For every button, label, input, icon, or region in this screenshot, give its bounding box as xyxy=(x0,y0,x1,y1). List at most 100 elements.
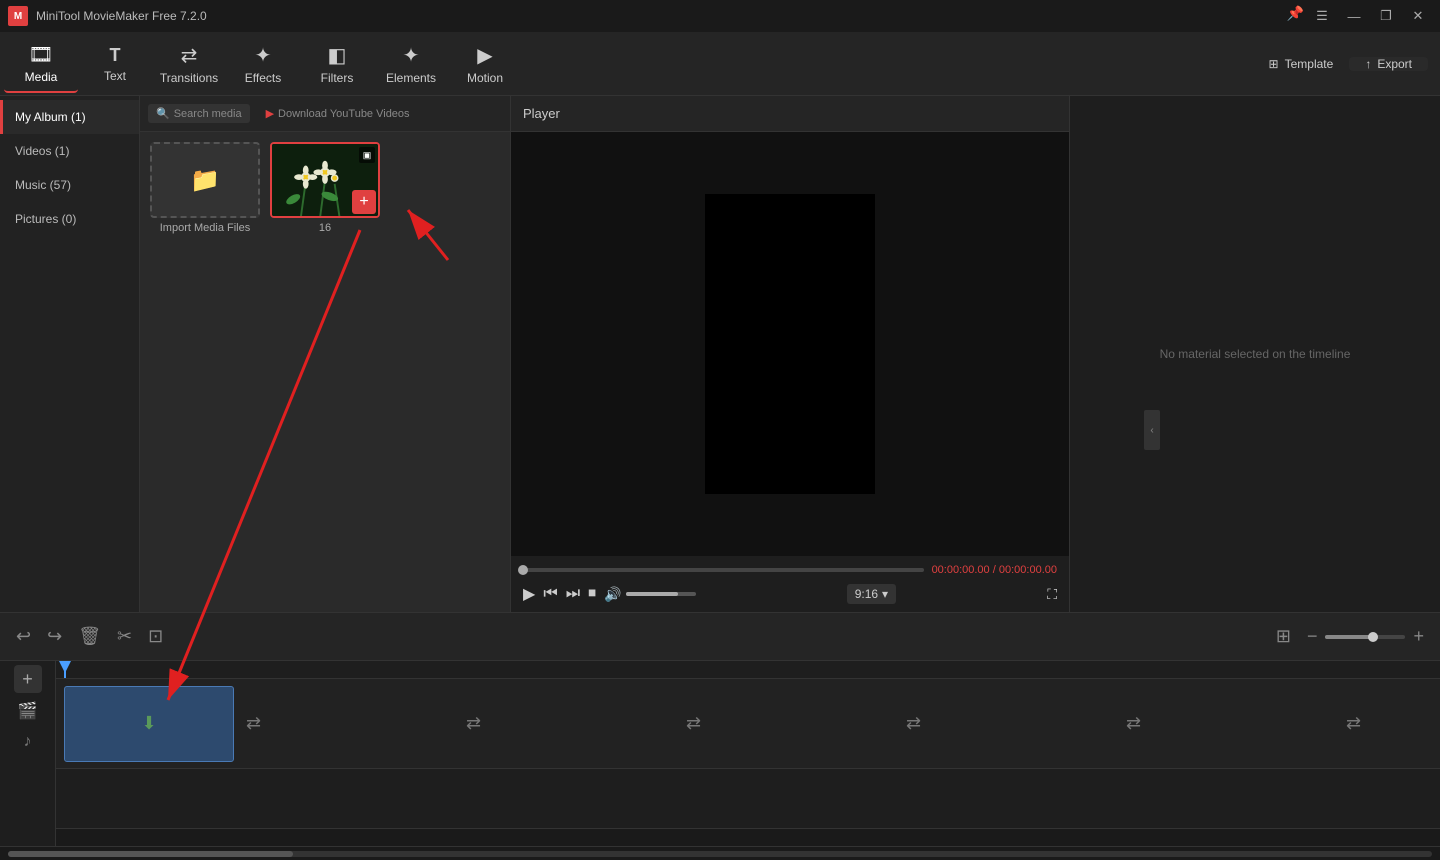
scrollbar-track[interactable] xyxy=(8,851,1432,857)
video-type-badge: ▣ xyxy=(359,147,375,163)
play-button[interactable]: ▶ xyxy=(523,584,535,604)
transition-1[interactable]: ⇄ xyxy=(246,713,261,734)
menu-button[interactable]: ☰ xyxy=(1308,5,1336,27)
main-toolbar: 🎞 Media T Text ⇄ Transitions ✦ Effects ◧… xyxy=(0,32,1440,96)
filters-label: Filters xyxy=(321,71,354,85)
aspect-ratio-select[interactable]: 9:16 ▾ xyxy=(847,584,896,604)
timeline-toolbar: ↩ ↪ 🗑 ✂ ⊡ ⊞ − + xyxy=(0,613,1440,661)
sidebar-item-my-album[interactable]: My Album (1) xyxy=(0,100,139,134)
chevron-down-icon: ▾ xyxy=(882,587,888,601)
timeline-scrollbar xyxy=(0,846,1440,860)
app-icon: M xyxy=(8,6,28,26)
import-media-thumb[interactable]: 📁 xyxy=(150,142,260,218)
audio-track xyxy=(56,769,1440,829)
youtube-label: Download YouTube Videos xyxy=(278,108,410,120)
progress-dot xyxy=(518,565,528,575)
title-bar: M MiniTool MovieMaker Free 7.2.0 📌 ☰ — ❐… xyxy=(0,0,1440,32)
delete-button[interactable]: 🗑 xyxy=(74,622,105,651)
transition-4[interactable]: ⇄ xyxy=(906,713,921,734)
text-icon: T xyxy=(110,45,121,66)
player-title: Player xyxy=(523,106,560,121)
transitions-icon: ⇄ xyxy=(181,43,198,68)
no-material-text: No material selected on the timeline xyxy=(1160,347,1351,361)
download-icon: ⬇ xyxy=(141,713,156,734)
timeline-body: + 🎬 ♪ ⬇ ⇄ ⇄ ⇄ ⇄ ⇄ ⇄ xyxy=(0,661,1440,846)
add-to-timeline-button[interactable]: + xyxy=(352,190,376,214)
timeline-tools-left: ↩ ↪ 🗑 ✂ ⊡ xyxy=(12,622,167,651)
close-button[interactable]: ✕ xyxy=(1404,5,1432,27)
export-button[interactable]: ↑ Export xyxy=(1349,57,1428,71)
progress-bar[interactable] xyxy=(523,568,924,572)
title-bar-controls: 📌 ☰ — ❐ ✕ xyxy=(1287,5,1432,27)
timeline-tracks[interactable]: ⬇ ⇄ ⇄ ⇄ ⇄ ⇄ ⇄ xyxy=(56,661,1440,846)
audio-track-icon: ♪ xyxy=(20,729,36,755)
time-display: 00:00:00.00 / 00:00:00.00 xyxy=(932,564,1057,576)
zoom-control: − + xyxy=(1303,622,1428,651)
youtube-download-button[interactable]: ▶ Download YouTube Videos xyxy=(258,104,418,123)
undo-button[interactable]: ↩ xyxy=(12,622,35,651)
stop-button[interactable]: ⏹ xyxy=(588,585,596,603)
media-icon: 🎞 xyxy=(28,42,53,67)
text-label: Text xyxy=(104,69,126,83)
content-area: My Album (1) Videos (1) Music (57) Pictu… xyxy=(0,96,1440,612)
sidebar-item-pictures[interactable]: Pictures (0) xyxy=(0,202,139,236)
zoom-slider[interactable] xyxy=(1325,635,1405,639)
fullscreen-button[interactable]: ⛶ xyxy=(1047,586,1057,603)
zoom-fill xyxy=(1325,635,1373,639)
volume-icon[interactable]: 🔊 xyxy=(604,586,621,603)
toolbar-media[interactable]: 🎞 Media xyxy=(4,35,78,93)
toolbar-elements[interactable]: ✦ Elements xyxy=(374,35,448,93)
volume-fill xyxy=(626,592,679,596)
effects-label: Effects xyxy=(245,71,281,85)
time-current: 00:00:00.00 xyxy=(932,564,990,576)
toolbar-effects[interactable]: ✦ Effects xyxy=(226,35,300,93)
toolbar-motion[interactable]: ▶ Motion xyxy=(448,35,522,93)
player-area: Player 00:00:00.00 / 00:00:00.00 ▶ xyxy=(510,96,1070,612)
controls-row: ▶ ⏮ ⏭ ⏹ 🔊 9:16 ▾ ⛶ xyxy=(523,584,1057,604)
minimize-button[interactable]: — xyxy=(1340,5,1368,27)
sidebar-item-videos[interactable]: Videos (1) xyxy=(0,134,139,168)
youtube-icon: ▶ xyxy=(266,107,274,120)
video-screen xyxy=(705,194,875,494)
app-title: MiniTool MovieMaker Free 7.2.0 xyxy=(36,9,207,23)
volume-slider[interactable] xyxy=(626,592,696,596)
transition-3[interactable]: ⇄ xyxy=(686,713,701,734)
filters-icon: ◧ xyxy=(328,43,347,68)
video-count-label: 16 xyxy=(270,222,380,234)
add-track-button[interactable]: + xyxy=(14,665,42,693)
video-media-item[interactable]: ▣ + 16 xyxy=(270,142,380,602)
maximize-button[interactable]: ❐ xyxy=(1372,5,1400,27)
toolbar-filters[interactable]: ◧ Filters xyxy=(300,35,374,93)
toolbar-transitions[interactable]: ⇄ Transitions xyxy=(152,35,226,93)
panel-toggle[interactable]: ‹ xyxy=(1144,410,1160,450)
toolbar-text[interactable]: T Text xyxy=(78,35,152,93)
search-box[interactable]: 🔍 Search media xyxy=(148,104,250,123)
aspect-ratio-value: 9:16 xyxy=(855,587,878,601)
transition-6[interactable]: ⇄ xyxy=(1346,713,1361,734)
import-media-item[interactable]: 📁 Import Media Files xyxy=(150,142,260,602)
sidebar-item-music[interactable]: Music (57) xyxy=(0,168,139,202)
skip-back-button[interactable]: ⏮ xyxy=(543,585,557,603)
controls-left: ▶ ⏮ ⏭ ⏹ 🔊 xyxy=(523,584,696,604)
template-button[interactable]: ⊞ Template xyxy=(1253,57,1350,71)
time-total: 00:00:00.00 xyxy=(999,564,1057,576)
crop-button[interactable]: ⊡ xyxy=(144,622,167,651)
transition-2[interactable]: ⇄ xyxy=(466,713,481,734)
timeline-container: ↩ ↪ 🗑 ✂ ⊡ ⊞ − + + 🎬 ♪ xyxy=(0,612,1440,860)
zoom-knob xyxy=(1368,632,1378,642)
video-media-thumb[interactable]: ▣ + xyxy=(270,142,380,218)
split-icon[interactable]: ⊞ xyxy=(1272,622,1295,651)
search-placeholder: Search media xyxy=(174,108,242,120)
video-clip[interactable]: ⬇ xyxy=(64,686,234,762)
cut-button[interactable]: ✂ xyxy=(113,622,136,651)
export-label: Export xyxy=(1377,57,1412,71)
timeline-tools-right: ⊞ − + xyxy=(1272,622,1428,651)
scrollbar-thumb[interactable] xyxy=(8,851,293,857)
skip-forward-button[interactable]: ⏭ xyxy=(566,585,580,603)
import-media-label: Import Media Files xyxy=(150,222,260,234)
zoom-plus-button[interactable]: + xyxy=(1409,622,1428,651)
redo-button[interactable]: ↪ xyxy=(43,622,66,651)
transition-5[interactable]: ⇄ xyxy=(1126,713,1141,734)
player-screen xyxy=(511,132,1069,556)
zoom-minus-button[interactable]: − xyxy=(1303,622,1322,651)
